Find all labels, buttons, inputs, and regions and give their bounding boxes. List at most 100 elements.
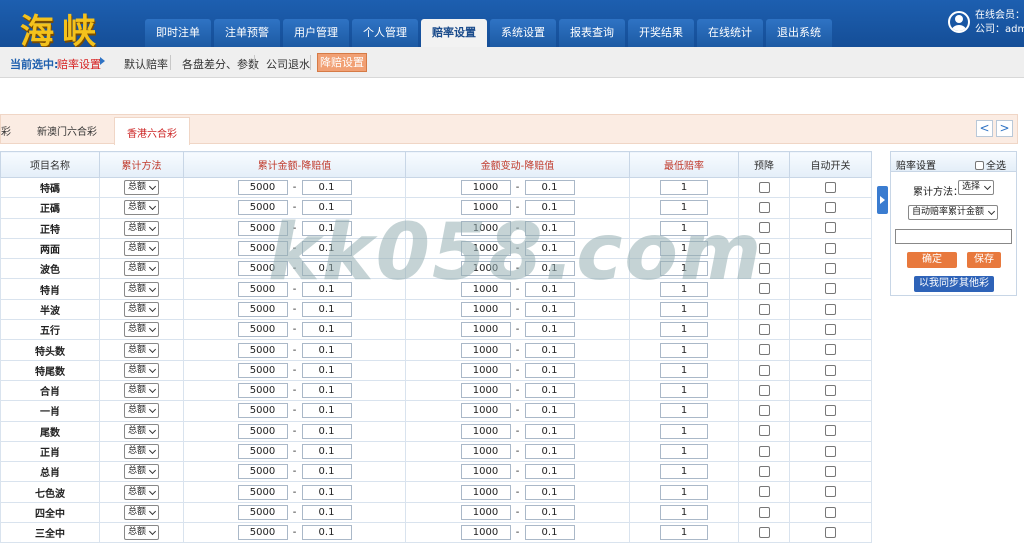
change-drop-input[interactable]: 0.1 (524, 322, 575, 338)
amount-input[interactable]: 5000 (237, 322, 288, 338)
change-drop-input[interactable]: 0.1 (524, 261, 575, 277)
method-select[interactable]: 总额 (124, 484, 159, 500)
amount-drop-input[interactable]: 0.1 (301, 383, 352, 399)
amount-input[interactable]: 5000 (237, 464, 288, 480)
method-select[interactable]: 总额 (124, 220, 159, 236)
method-select[interactable]: 总额 (124, 342, 159, 358)
change-input[interactable]: 1000 (460, 444, 511, 459)
change-drop-input[interactable]: 0.1 (524, 403, 575, 419)
amount-drop-input[interactable]: 0.1 (301, 220, 352, 236)
pre-drop-checkbox[interactable] (758, 181, 770, 193)
change-input[interactable]: 1000 (460, 241, 511, 257)
pre-drop-checkbox[interactable] (758, 526, 770, 538)
pre-drop-checkbox[interactable] (758, 242, 770, 254)
pre-drop-checkbox[interactable] (758, 222, 770, 234)
next-page-button[interactable]: > (996, 120, 1013, 137)
pre-drop-checkbox[interactable] (758, 364, 770, 376)
save-button[interactable]: 保存 (967, 252, 1001, 268)
amount-drop-input[interactable]: 0.1 (301, 261, 352, 277)
amount-drop-input[interactable]: 0.1 (301, 403, 352, 419)
change-drop-input[interactable]: 0.1 (524, 180, 575, 196)
amount-input[interactable]: 5000 (237, 484, 288, 500)
auto-switch-checkbox[interactable] (825, 202, 836, 214)
method-select[interactable]: 选择 (958, 180, 994, 195)
auto-switch-checkbox[interactable] (825, 526, 836, 538)
auto-switch-checkbox[interactable] (825, 283, 836, 295)
pre-drop-checkbox[interactable] (758, 202, 770, 214)
change-drop-input[interactable]: 0.1 (524, 342, 575, 358)
auto-switch-checkbox[interactable] (825, 222, 836, 234)
change-input[interactable]: 1000 (460, 180, 511, 196)
change-input[interactable]: 1000 (460, 464, 511, 480)
change-drop-input[interactable]: 0.1 (524, 383, 575, 399)
min-odds-input[interactable]: 1 (660, 504, 708, 520)
pre-drop-checkbox[interactable] (758, 344, 770, 356)
change-drop-input[interactable]: 0.1 (524, 484, 575, 500)
amount-drop-input[interactable]: 0.1 (301, 301, 352, 317)
method-select[interactable]: 总额 (124, 403, 159, 419)
change-drop-input[interactable]: 0.1 (524, 423, 575, 439)
tab-partial-lottery[interactable]: 彩 (1, 123, 11, 138)
method-select[interactable]: 总额 (124, 525, 159, 541)
change-input[interactable]: 1000 (460, 200, 511, 216)
value-input[interactable] (895, 229, 1012, 244)
min-odds-input[interactable]: 1 (660, 241, 708, 257)
min-odds-input[interactable]: 1 (660, 200, 708, 216)
tab-hongkong-lottery[interactable]: 香港六合彩 (114, 117, 190, 145)
amount-input[interactable]: 5000 (237, 383, 288, 399)
select-all[interactable]: 全选 (975, 157, 1006, 172)
auto-switch-checkbox[interactable] (825, 405, 836, 417)
min-odds-input[interactable]: 1 (660, 322, 708, 338)
method-select[interactable]: 总额 (124, 241, 159, 257)
method-select[interactable]: 总额 (124, 464, 159, 480)
min-odds-input[interactable]: 1 (660, 484, 708, 500)
method-select[interactable]: 总额 (124, 383, 159, 399)
method-select[interactable]: 总额 (124, 504, 159, 520)
min-odds-input[interactable]: 1 (660, 525, 708, 541)
prev-page-button[interactable]: < (976, 120, 993, 137)
change-drop-input[interactable]: 0.1 (524, 241, 575, 257)
nav-tab-4[interactable]: 赔率设置 (421, 19, 487, 47)
method-select[interactable]: 总额 (124, 261, 159, 277)
change-drop-input[interactable]: 0.1 (524, 464, 575, 480)
amount-input[interactable]: 5000 (237, 241, 288, 257)
method-select[interactable]: 总额 (124, 423, 159, 439)
method-select[interactable]: 总额 (124, 180, 159, 196)
amount-input[interactable]: 5000 (237, 423, 288, 439)
nav-tab-3[interactable]: 个人管理 (352, 19, 418, 47)
amount-drop-input[interactable]: 0.1 (301, 525, 352, 541)
change-input[interactable]: 1000 (460, 484, 511, 500)
sub-link-company-rebate[interactable]: 公司退水 (266, 56, 310, 72)
change-input[interactable]: 1000 (460, 281, 511, 297)
amount-input[interactable]: 5000 (237, 525, 288, 541)
min-odds-input[interactable]: 1 (660, 403, 708, 419)
method-select[interactable]: 总额 (124, 362, 159, 378)
change-drop-input[interactable]: 0.1 (524, 444, 575, 459)
change-input[interactable]: 1000 (460, 220, 511, 236)
auto-switch-checkbox[interactable] (825, 303, 836, 315)
mode-select[interactable]: 自动赔率累计金额 (908, 205, 998, 220)
nav-tab-2[interactable]: 用户管理 (283, 19, 349, 47)
amount-drop-input[interactable]: 0.1 (301, 362, 352, 378)
sub-link-diff-params[interactable]: 各盘差分、参数 (182, 56, 259, 72)
auto-switch-checkbox[interactable] (825, 364, 836, 376)
amount-input[interactable]: 5000 (237, 403, 288, 419)
min-odds-input[interactable]: 1 (660, 444, 708, 459)
method-select[interactable]: 总额 (124, 322, 159, 338)
auto-switch-checkbox[interactable] (825, 486, 836, 498)
change-input[interactable]: 1000 (460, 383, 511, 399)
amount-input[interactable]: 5000 (237, 180, 288, 196)
min-odds-input[interactable]: 1 (660, 423, 708, 439)
pre-drop-checkbox[interactable] (758, 283, 770, 295)
amount-input[interactable]: 5000 (237, 362, 288, 378)
amount-drop-input[interactable]: 0.1 (301, 342, 352, 358)
min-odds-input[interactable]: 1 (660, 220, 708, 236)
min-odds-input[interactable]: 1 (660, 464, 708, 480)
amount-input[interactable]: 5000 (237, 444, 288, 459)
amount-input[interactable]: 5000 (237, 342, 288, 358)
auto-switch-checkbox[interactable] (825, 466, 836, 478)
method-select[interactable]: 总额 (124, 200, 159, 216)
auto-switch-checkbox[interactable] (825, 181, 836, 193)
amount-drop-input[interactable]: 0.1 (301, 444, 352, 459)
amount-drop-input[interactable]: 0.1 (301, 484, 352, 500)
